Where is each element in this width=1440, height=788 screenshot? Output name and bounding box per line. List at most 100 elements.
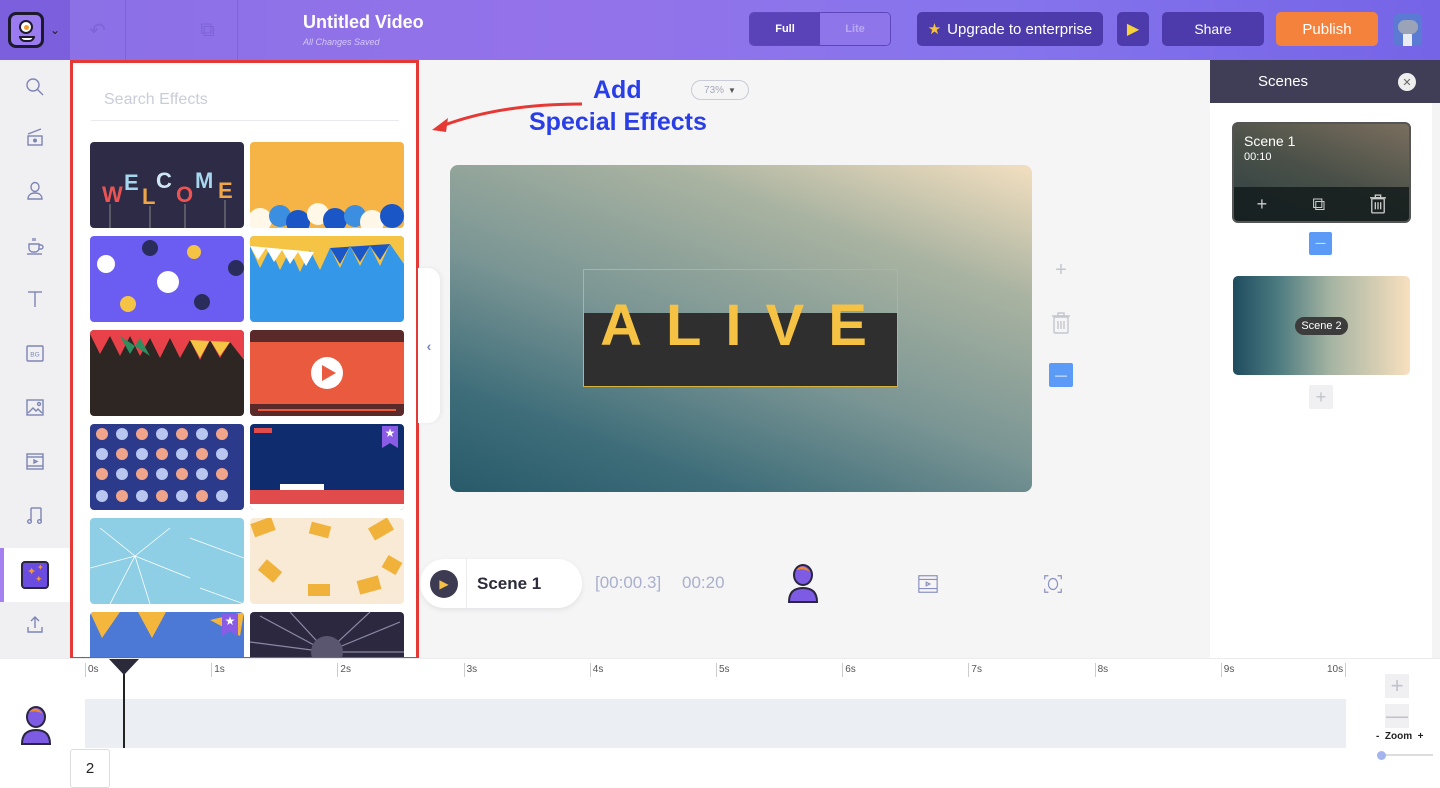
sidebar-item-images[interactable] <box>0 380 70 434</box>
sidebar-item-backgrounds[interactable]: BG <box>0 326 70 380</box>
timeline-tick: 4s <box>589 663 603 677</box>
playhead-handle[interactable] <box>109 659 139 675</box>
collapse-button[interactable]: — <box>1049 363 1073 387</box>
sidebar-item-music[interactable] <box>0 488 70 542</box>
scenes-title: Scenes <box>1258 73 1309 90</box>
sparkle-icon: ✦ ✦ ✦ <box>21 561 49 589</box>
total-time: 00:20 <box>682 573 725 592</box>
character-track-icon[interactable] <box>786 564 820 604</box>
scenes-header: Scenes ✕ <box>1210 60 1440 103</box>
collapse-panel-button[interactable]: ‹ <box>418 268 440 423</box>
play-scene-button[interactable]: ▶ <box>430 569 458 598</box>
minus-icon: — <box>1055 368 1067 382</box>
timeline-tick: 0s <box>85 663 99 677</box>
effect-thumbnail[interactable] <box>250 330 404 416</box>
minus-icon: — <box>1386 703 1408 728</box>
page-number[interactable]: 2 <box>70 749 110 788</box>
zoom-slider[interactable] <box>1377 751 1433 760</box>
mode-toggle[interactable]: Full Lite <box>749 12 891 46</box>
bg-icon: BG <box>26 345 44 362</box>
timeline: 0s 1s 2s 3s 4s 5s 6s 7s 8s 9s 10s 2 + — - Zoom + <box>0 658 1440 788</box>
star-icon: ★ <box>927 21 942 38</box>
timeline-track[interactable] <box>85 699 1346 748</box>
mode-lite[interactable]: Lite <box>820 13 890 45</box>
sidebar-item-upload[interactable] <box>0 598 70 652</box>
undo-button[interactable]: ↶ <box>70 0 125 60</box>
clapperboard-icon <box>27 128 43 146</box>
svg-text:W: W <box>102 182 123 207</box>
effect-thumbnail[interactable]: WELCOME <box>90 142 244 228</box>
scenes-panel: Scenes ✕ Scene 1 00:10 + ⧉ Scene 2 <box>1210 60 1440 658</box>
effect-thumbnail[interactable] <box>90 518 244 604</box>
svg-text:C: C <box>156 168 172 193</box>
effect-thumbnail[interactable]: ★ <box>90 612 244 657</box>
effect-thumbnail[interactable] <box>90 330 244 416</box>
scene-transition-button[interactable]: — <box>1309 232 1332 255</box>
effect-thumbnail[interactable] <box>90 424 244 510</box>
app-menu[interactable]: ⌄ <box>0 0 70 60</box>
duplicate-scene-icon[interactable]: ⧉ <box>1312 194 1325 215</box>
sidebar-item-templates[interactable] <box>0 110 70 164</box>
scenes-scrollbar[interactable] <box>1432 103 1440 658</box>
sidebar-item-characters[interactable] <box>0 164 70 218</box>
film-icon[interactable] <box>917 573 939 595</box>
svg-text:M: M <box>195 168 213 193</box>
character-icon <box>27 181 43 200</box>
play-icon: ▶ <box>1126 21 1140 38</box>
sidebar-item-effects[interactable]: ✦ ✦ ✦ <box>0 548 70 602</box>
effect-thumbnail[interactable] <box>90 236 244 322</box>
effect-thumbnail[interactable] <box>250 142 404 228</box>
film-icon <box>26 453 44 470</box>
timeline-ruler[interactable]: 0s 1s 2s 3s 4s 5s 6s 7s 8s 9s 10s <box>85 659 1347 679</box>
duplicate-button[interactable]: ⧉ <box>180 0 235 60</box>
timeline-tick: 3s <box>463 663 477 677</box>
scene-card-2[interactable]: Scene 2 <box>1233 276 1410 375</box>
zoom-slider-knob[interactable] <box>1377 751 1386 760</box>
timeline-tick: 2s <box>337 663 351 677</box>
close-scenes-button[interactable]: ✕ <box>1398 73 1416 91</box>
sidebar-item-videos[interactable] <box>0 434 70 488</box>
upgrade-button[interactable]: ★ Upgrade to enterprise <box>917 12 1103 46</box>
caret-down-icon: ▼ <box>728 85 736 95</box>
publish-button[interactable]: Publish <box>1276 12 1378 46</box>
user-avatar[interactable] <box>1394 14 1422 46</box>
plus-icon: + <box>1315 386 1327 407</box>
sidebar-item-properties[interactable] <box>0 218 70 272</box>
share-button[interactable]: Share <box>1162 12 1264 46</box>
sidebar-item-search[interactable] <box>0 60 70 114</box>
add-element-button[interactable]: + <box>1049 258 1073 282</box>
timeline-tick: 1s <box>211 663 225 677</box>
effect-thumbnail[interactable]: ★ <box>250 424 404 510</box>
add-scene-icon[interactable]: + <box>1257 194 1268 215</box>
canvas-zoom-select[interactable]: 73% ▼ <box>691 80 749 100</box>
character-track-icon <box>20 706 52 745</box>
mode-full[interactable]: Full <box>750 13 820 45</box>
search-effects-input[interactable]: Search Effects <box>91 87 399 121</box>
current-scene-name: Scene 1 <box>477 573 542 593</box>
effect-thumbnail[interactable] <box>250 518 404 604</box>
zoom-out-button[interactable]: — <box>1385 703 1409 728</box>
sidebar: BG ✦ ✦ ✦ <box>0 60 70 658</box>
svg-text:BG: BG <box>30 352 39 359</box>
minus-icon: — <box>1315 238 1326 249</box>
scene-playback-bar: ▶ Scene 1 <box>420 559 582 608</box>
scene-canvas[interactable]: ALIVE <box>450 165 1032 492</box>
annotation-line1: Add <box>593 76 642 104</box>
camera-focus-icon[interactable] <box>1042 573 1064 595</box>
text-element[interactable]: ALIVE <box>583 269 898 387</box>
delete-button[interactable] <box>1049 311 1073 335</box>
preview-play-button[interactable]: ▶ <box>1117 12 1149 46</box>
timeline-tick: 8s <box>1094 663 1108 677</box>
effect-thumbnail[interactable] <box>250 612 404 657</box>
scene-card-1[interactable]: Scene 1 00:10 + ⧉ <box>1232 122 1411 223</box>
text-icon <box>28 291 42 307</box>
effect-thumbnail[interactable] <box>250 236 404 322</box>
zoom-in-button[interactable]: + <box>1385 673 1409 698</box>
sidebar-item-text[interactable] <box>0 272 70 326</box>
scene-card-name: Scene 1 <box>1244 133 1296 149</box>
music-icon <box>26 507 42 525</box>
add-scene-button[interactable]: + <box>1309 385 1333 409</box>
trash-icon[interactable] <box>1370 194 1387 214</box>
video-title[interactable]: Untitled Video <box>303 12 424 33</box>
upload-icon <box>27 616 43 633</box>
